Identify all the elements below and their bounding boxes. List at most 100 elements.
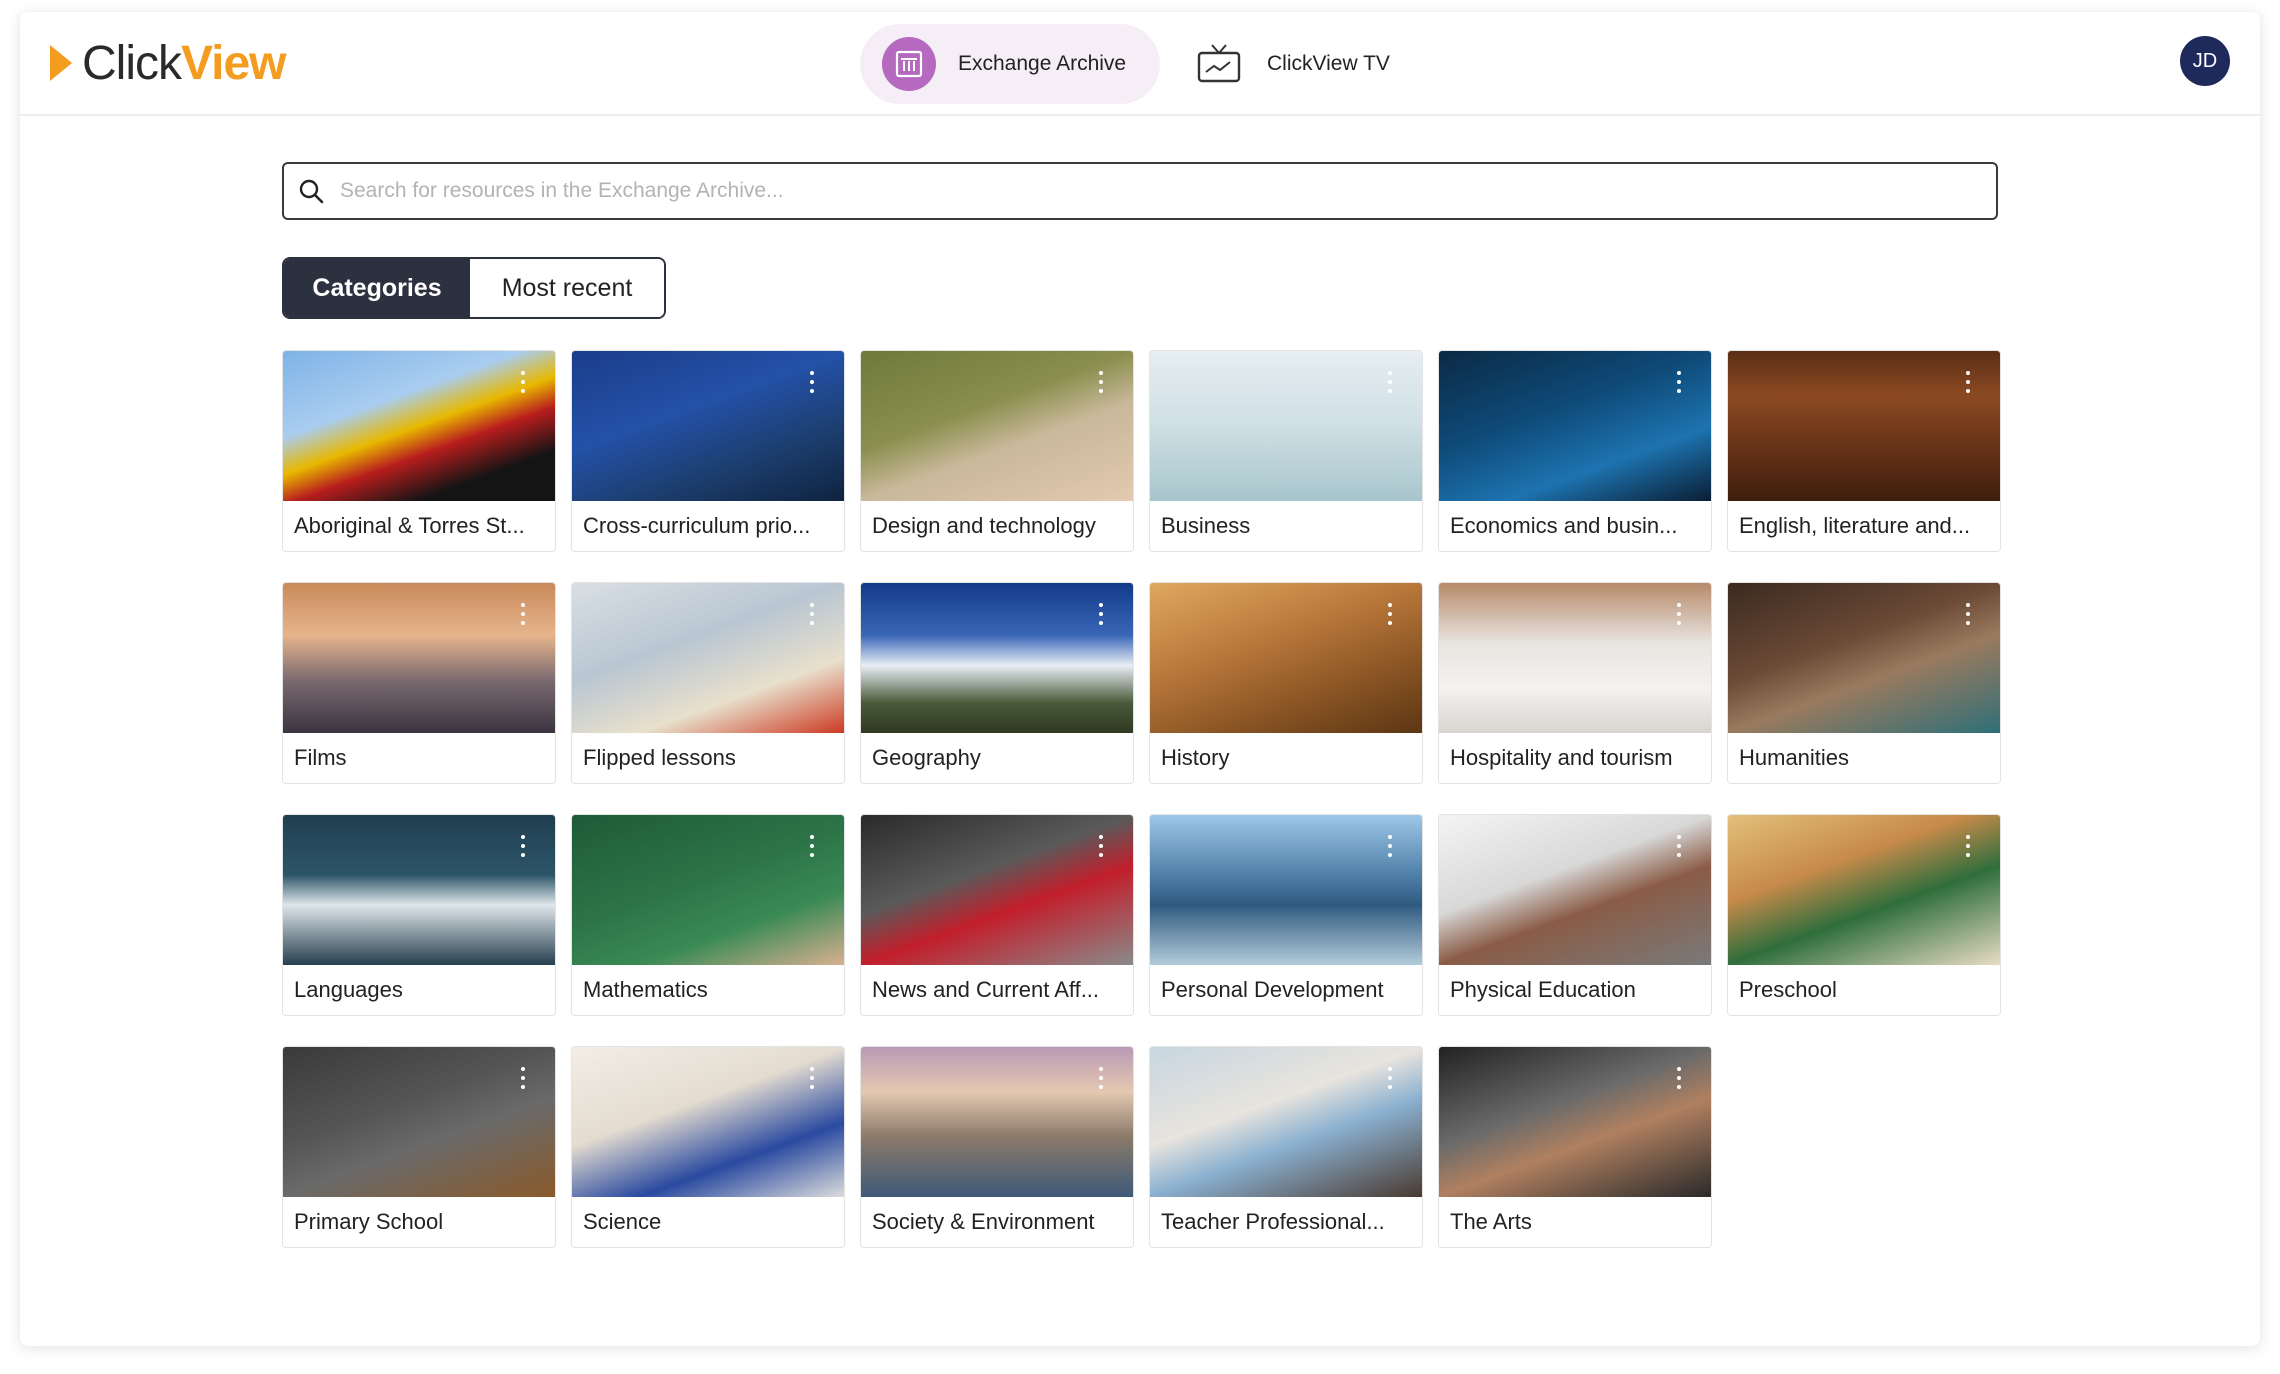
category-card[interactable]: Primary School [282, 1046, 556, 1248]
category-thumbnail [283, 351, 555, 501]
more-options-icon[interactable] [1966, 603, 1970, 630]
category-label: Hospitality and tourism [1450, 745, 1673, 770]
category-label: Science [583, 1209, 662, 1234]
category-card[interactable]: Aboriginal & Torres St... [282, 350, 556, 552]
category-card[interactable]: Geography [860, 582, 1134, 784]
category-thumbnail [572, 815, 844, 965]
nav-exchange-label: Exchange Archive [958, 52, 1127, 75]
category-label: Films [294, 745, 347, 770]
archive-building-icon [882, 37, 936, 91]
category-label: Cross-curriculum prio... [583, 513, 811, 538]
category-card[interactable]: Science [571, 1046, 845, 1248]
more-options-icon[interactable] [1388, 1067, 1392, 1094]
top-bar: ClickView Exchange Archive ClickView TV … [20, 12, 2260, 116]
more-options-icon[interactable] [1099, 835, 1103, 862]
category-card[interactable]: Humanities [1727, 582, 2001, 784]
category-card[interactable]: The Arts [1438, 1046, 1712, 1248]
category-thumbnail [283, 1047, 555, 1197]
more-options-icon[interactable] [1677, 371, 1681, 398]
category-thumbnail [283, 583, 555, 733]
search-input[interactable] [338, 178, 1996, 204]
category-thumbnail [1439, 815, 1711, 965]
more-options-icon[interactable] [1966, 371, 1970, 398]
category-thumbnail [1728, 815, 2000, 965]
category-label: Business [1161, 513, 1251, 538]
category-thumbnail [1439, 583, 1711, 733]
more-options-icon[interactable] [810, 835, 814, 862]
category-label: Humanities [1739, 745, 1850, 770]
more-options-icon[interactable] [521, 1067, 525, 1094]
category-thumbnail [861, 583, 1133, 733]
search-bar [282, 162, 1998, 220]
app-window: ClickView Exchange Archive ClickView TV … [20, 12, 2260, 1346]
logo-text-click: Click [82, 36, 182, 90]
category-thumbnail [572, 1047, 844, 1197]
category-card[interactable]: Flipped lessons [571, 582, 845, 784]
category-thumbnail [283, 815, 555, 965]
more-options-icon[interactable] [1099, 603, 1103, 630]
category-thumbnail [572, 351, 844, 501]
nav-clickview-tv[interactable]: ClickView TV [1195, 24, 1390, 104]
category-card[interactable]: Design and technology [860, 350, 1134, 552]
category-thumbnail [1150, 1047, 1422, 1197]
category-thumbnail [1439, 351, 1711, 501]
more-options-icon[interactable] [1099, 371, 1103, 398]
category-label: English, literature and... [1739, 513, 1971, 538]
category-thumbnail [861, 1047, 1133, 1197]
more-options-icon[interactable] [1966, 835, 1970, 862]
tv-icon [1195, 40, 1243, 88]
category-label: The Arts [1450, 1209, 1532, 1234]
category-card[interactable]: Physical Education [1438, 814, 1712, 1016]
category-label: Economics and busin... [1450, 513, 1678, 538]
category-grid: Aboriginal & Torres St... Cross-curriculu… [282, 350, 2001, 1250]
category-label: Teacher Professional... [1161, 1209, 1385, 1234]
category-card[interactable]: Teacher Professional... [1149, 1046, 1423, 1248]
category-card[interactable]: Hospitality and tourism [1438, 582, 1712, 784]
category-card[interactable]: English, literature and... [1727, 350, 2001, 552]
category-card[interactable]: Cross-curriculum prio... [571, 350, 845, 552]
category-card[interactable]: News and Current Aff... [860, 814, 1134, 1016]
category-thumbnail [572, 583, 844, 733]
category-card[interactable]: Films [282, 582, 556, 784]
more-options-icon[interactable] [1677, 1067, 1681, 1094]
play-icon [50, 45, 72, 81]
more-options-icon[interactable] [521, 603, 525, 630]
more-options-icon[interactable] [1388, 835, 1392, 862]
category-label: Languages [294, 977, 403, 1002]
tab-most-recent[interactable]: Most recent [470, 259, 664, 317]
category-card[interactable]: Preschool [1727, 814, 2001, 1016]
more-options-icon[interactable] [521, 371, 525, 398]
user-avatar[interactable]: JD [2180, 36, 2230, 86]
category-label: Aboriginal & Torres St... [294, 513, 525, 538]
category-thumbnail [1150, 583, 1422, 733]
category-thumbnail [861, 815, 1133, 965]
more-options-icon[interactable] [1677, 835, 1681, 862]
category-card[interactable]: Business [1149, 350, 1423, 552]
more-options-icon[interactable] [1099, 1067, 1103, 1094]
more-options-icon[interactable] [810, 603, 814, 630]
category-thumbnail [1728, 351, 2000, 501]
category-card[interactable]: Mathematics [571, 814, 845, 1016]
more-options-icon[interactable] [1677, 603, 1681, 630]
category-label: Personal Development [1161, 977, 1384, 1002]
category-card[interactable]: Society & Environment [860, 1046, 1134, 1248]
more-options-icon[interactable] [521, 835, 525, 862]
more-options-icon[interactable] [810, 1067, 814, 1094]
category-thumbnail [861, 351, 1133, 501]
category-label: News and Current Aff... [872, 977, 1100, 1002]
category-label: Design and technology [872, 513, 1096, 538]
category-label: History [1161, 745, 1230, 770]
category-card[interactable]: Economics and busin... [1438, 350, 1712, 552]
nav-exchange-archive[interactable]: Exchange Archive [860, 24, 1160, 104]
clickview-logo[interactable]: ClickView [50, 32, 287, 94]
more-options-icon[interactable] [1388, 371, 1392, 398]
more-options-icon[interactable] [1388, 603, 1392, 630]
more-options-icon[interactable] [810, 371, 814, 398]
tab-categories[interactable]: Categories [284, 259, 470, 317]
category-card[interactable]: Personal Development [1149, 814, 1423, 1016]
category-card[interactable]: Languages [282, 814, 556, 1016]
search-icon [296, 176, 326, 206]
category-thumbnail [1150, 815, 1422, 965]
category-card[interactable]: History [1149, 582, 1423, 784]
category-label: Mathematics [583, 977, 708, 1002]
